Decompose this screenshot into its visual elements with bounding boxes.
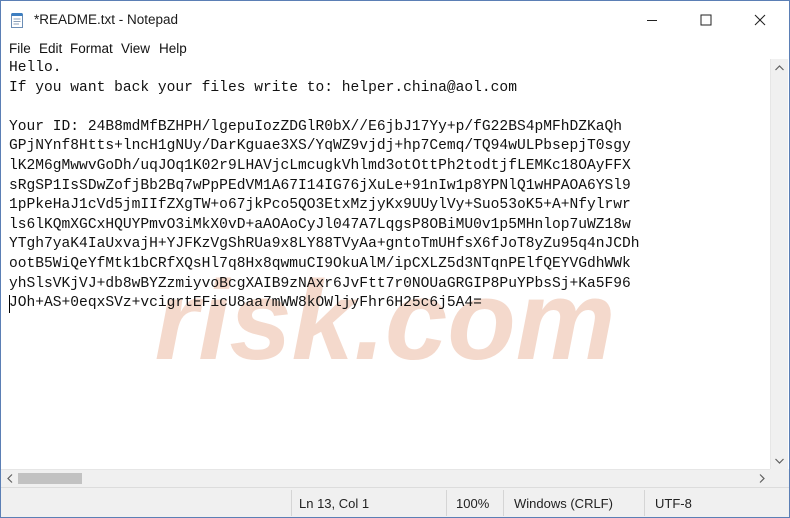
text-line: ls6lKQmXGCxHQUYPmvO3iMkX0vD+aAOAoCyJl047… bbox=[9, 216, 631, 233]
scroll-down-icon bbox=[775, 458, 784, 464]
scroll-left-button[interactable] bbox=[1, 470, 18, 487]
maximize-button[interactable] bbox=[683, 1, 729, 39]
text-line: 1pPkeHaJ1cVd5jmIIfZXgTW+o67jkPco5QO3EtxM… bbox=[9, 197, 631, 214]
line-ending: Windows (CRLF) bbox=[514, 496, 613, 511]
scrollbar-corner bbox=[770, 469, 789, 487]
text-line: JOh+AS+0eqxSVz+vcigrtEFicU8aa7mWW8kOWljy… bbox=[9, 295, 482, 312]
status-bar: Ln 13, Col 1 100% Windows (CRLF) UTF-8 bbox=[1, 487, 789, 517]
maximize-icon bbox=[700, 14, 712, 26]
zoom-level: 100% bbox=[456, 496, 490, 511]
status-divider bbox=[503, 490, 504, 516]
text-line: lK2M6gMwwvGoDh/uqJOq1K02r9LHAVjcLmcugkVh… bbox=[9, 157, 631, 174]
text-line: yhSlsVKjVJ+db8wBYZzmiyvoBcgXAIB9zNAxr6Jv… bbox=[9, 275, 631, 292]
menu-format[interactable]: Format bbox=[70, 41, 113, 56]
title-bar[interactable]: *README.txt - Notepad bbox=[1, 1, 789, 39]
cursor-position: Ln 13, Col 1 bbox=[299, 496, 370, 511]
horizontal-scrollbar[interactable] bbox=[1, 469, 770, 487]
scroll-down-button[interactable] bbox=[771, 452, 788, 469]
menu-edit[interactable]: Edit bbox=[39, 41, 62, 56]
scroll-thumb[interactable] bbox=[18, 473, 82, 484]
scroll-left-icon bbox=[6, 474, 12, 483]
text-line: ootB5WiQeYfMtk1bCRfXQsHl7q8Hx8qwmuCI9Oku… bbox=[9, 255, 631, 272]
menu-help[interactable]: Help bbox=[159, 41, 187, 56]
text-line: Hello. bbox=[9, 60, 62, 76]
notepad-icon bbox=[11, 13, 23, 28]
close-button[interactable] bbox=[737, 1, 783, 39]
scroll-right-button[interactable] bbox=[753, 470, 770, 487]
menu-bar: File Edit Format View Help bbox=[1, 39, 789, 59]
menu-view[interactable]: View bbox=[121, 41, 150, 56]
window-title: *README.txt - Notepad bbox=[34, 12, 179, 27]
menu-file[interactable]: File bbox=[9, 41, 31, 56]
status-divider bbox=[291, 490, 292, 516]
text-line: YTgh7yaK4IaUxvajH+YJFKzVgShRUa9x8LY88TVy… bbox=[9, 236, 640, 253]
encoding: UTF-8 bbox=[655, 496, 692, 511]
text-caret bbox=[9, 295, 10, 313]
minimize-icon bbox=[647, 20, 657, 21]
status-divider bbox=[446, 490, 447, 516]
text-line: GPjNYnf8Htts+lncH1gNUy/DarKguae3XS/YqWZ9… bbox=[9, 138, 631, 155]
minimize-button[interactable] bbox=[629, 1, 675, 39]
close-icon bbox=[754, 14, 766, 26]
scroll-up-button[interactable] bbox=[771, 59, 788, 76]
notepad-window: *README.txt - Notepad File Edit Format V… bbox=[0, 0, 790, 518]
scroll-up-icon bbox=[775, 64, 784, 70]
text-line bbox=[9, 98, 640, 118]
text-line: sRgSP1IsSDwZofjBb2Bq7wPpPEdVM1A67I14IG76… bbox=[9, 177, 631, 194]
status-divider bbox=[644, 490, 645, 516]
document-text: Hello. If you want back your files write … bbox=[9, 59, 640, 314]
text-line: If you want back your files write to: he… bbox=[9, 79, 517, 96]
text-editor[interactable]: risk.com Hello. If you want back your fil… bbox=[1, 59, 770, 469]
scroll-right-icon bbox=[759, 474, 765, 483]
text-line: Your ID: 24B8mdMfBZHPH/lgepuIozZDGlR0bX/… bbox=[9, 118, 623, 135]
vertical-scrollbar[interactable] bbox=[770, 59, 788, 469]
